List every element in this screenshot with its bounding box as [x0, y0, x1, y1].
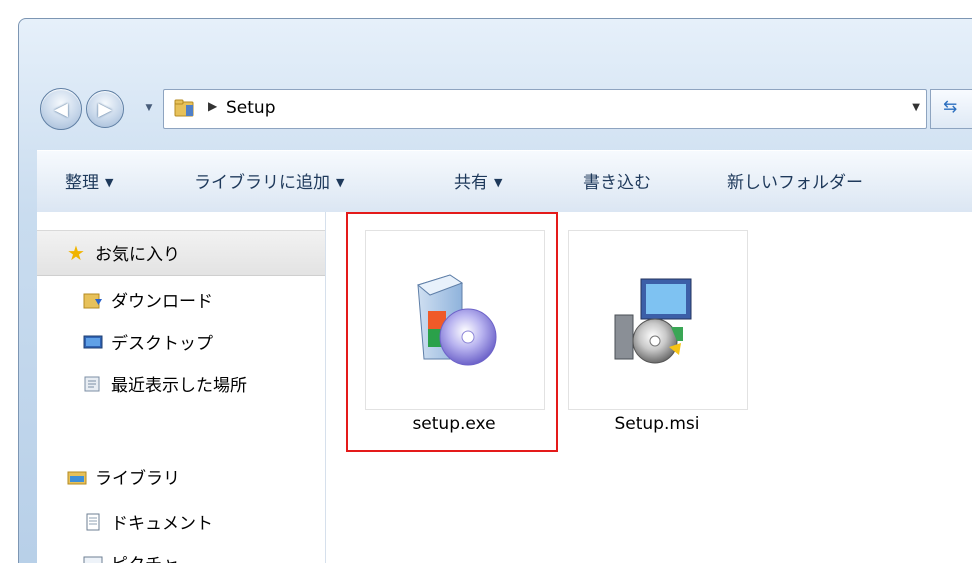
nav-pictures[interactable]: ピクチャ [83, 550, 179, 563]
new-folder-label: 新しいフォルダー [727, 173, 863, 193]
arrow-left-icon: ◀ [54, 98, 68, 120]
file-tile-setup-msi[interactable] [568, 230, 748, 410]
add-to-library-menu[interactable]: ライブラリに追加 ▼ [194, 168, 344, 193]
nav-recent-places-label: 最近表示した場所 [111, 376, 247, 396]
arrow-right-icon: ▶ [98, 98, 112, 120]
add-to-library-label: ライブラリに追加 [194, 173, 330, 193]
chevron-down-icon: ▼ [105, 176, 114, 189]
recent-pages-dropdown[interactable]: ▼ [142, 100, 156, 116]
chevron-down-icon: ▼ [494, 176, 503, 189]
new-folder-button[interactable]: 新しいフォルダー [727, 168, 863, 193]
address-dropdown-icon[interactable]: ▼ [912, 102, 920, 113]
burn-button[interactable]: 書き込む [583, 168, 651, 193]
organize-label: 整理 [65, 173, 99, 193]
msi-computer-cd-icon [614, 278, 692, 364]
nav-recent-places[interactable]: 最近表示した場所 [83, 371, 247, 396]
nav-downloads-label: ダウンロード [111, 292, 213, 312]
navigation-pane: ★ お気に入り ダウンロード デスクトップ 最近表示した場所 ライブラリ ドキュ… [37, 212, 326, 563]
star-icon: ★ [67, 240, 85, 265]
command-bar: 整理 ▼ ライブラリに追加 ▼ 共有 ▼ 書き込む 新しいフォルダー [37, 150, 972, 213]
share-menu[interactable]: 共有 ▼ [454, 168, 502, 193]
pictures-icon [83, 556, 103, 563]
nav-downloads[interactable]: ダウンロード [83, 287, 213, 312]
downloads-folder-icon [83, 293, 102, 308]
refresh-icon: ⇆ [943, 97, 958, 117]
file-name-setup-msi[interactable]: Setup.msi [568, 414, 746, 434]
nav-pictures-label: ピクチャ [111, 550, 179, 563]
back-button[interactable]: ◀ [40, 88, 82, 130]
refresh-button[interactable]: ⇆ [930, 89, 972, 129]
explorer-window: ◀ ▶ ▼ ▶ Setup ▼ ⇆ 整理 ▼ ライブラリに追加 ▼ 共有 ▼ 書き込む [0, 0, 972, 563]
forward-button[interactable]: ▶ [86, 90, 124, 128]
nav-libraries-label: ライブラリ [95, 469, 180, 489]
nav-favorites[interactable]: ★ お気に入り [67, 240, 180, 266]
nav-documents[interactable]: ドキュメント [83, 509, 213, 534]
nav-desktop[interactable]: デスクトップ [83, 329, 213, 354]
document-icon [86, 513, 100, 530]
nav-documents-label: ドキュメント [111, 514, 213, 534]
address-bar[interactable]: ▶ Setup ▼ [163, 89, 927, 129]
recent-places-icon [84, 376, 100, 391]
breadcrumb-separator-icon[interactable]: ▶ [208, 99, 217, 113]
desktop-icon [83, 335, 103, 348]
selection-highlight-box [346, 212, 558, 452]
nav-libraries[interactable]: ライブラリ [67, 464, 180, 489]
breadcrumb-setup[interactable]: Setup [226, 98, 275, 118]
nav-desktop-label: デスクトップ [111, 334, 213, 354]
chevron-down-icon: ▼ [336, 176, 345, 189]
folder-icon [174, 99, 194, 117]
share-label: 共有 [454, 173, 488, 193]
burn-label: 書き込む [583, 173, 651, 193]
libraries-icon [67, 471, 87, 484]
organize-menu[interactable]: 整理 ▼ [65, 168, 113, 193]
nav-favorites-label: お気に入り [95, 245, 180, 265]
